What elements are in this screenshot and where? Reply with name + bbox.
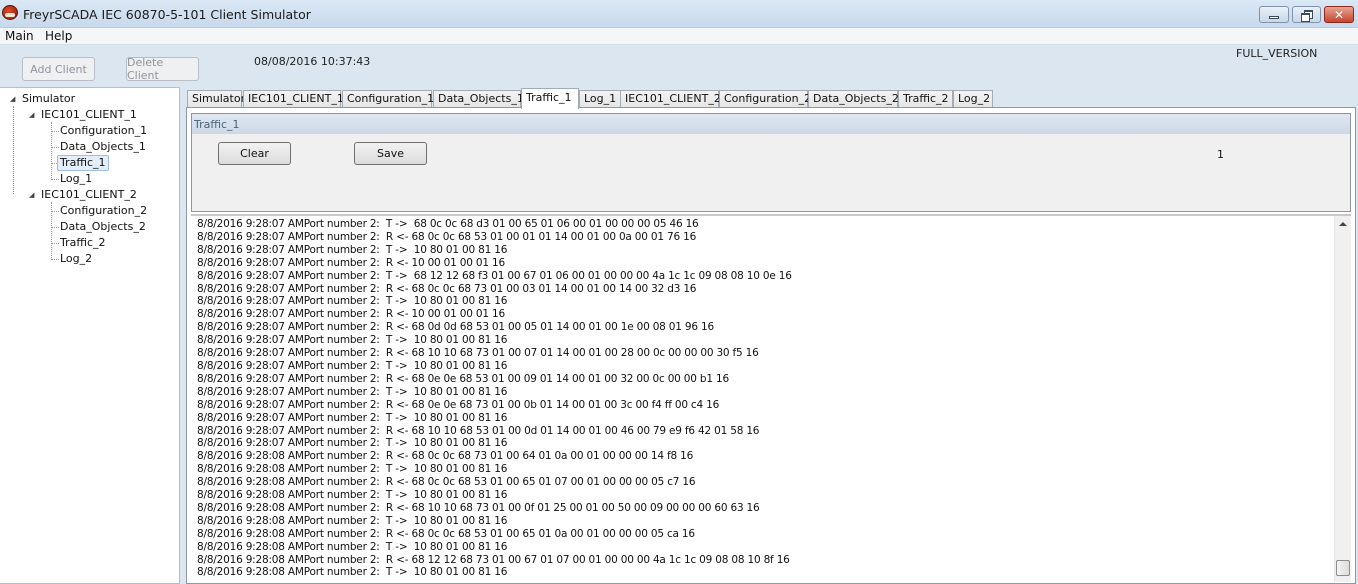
tree-connector xyxy=(13,106,14,194)
tab-traffic-1[interactable]: Traffic_1 xyxy=(521,88,579,109)
tree-node-configuration-2[interactable]: Configuration_2 xyxy=(58,204,149,218)
log-line: 8/8/2016 9:28:08 AMPort number 2: R <- 6… xyxy=(197,476,696,489)
tab-iec101-client-2[interactable]: IEC101_CLIENT_2 xyxy=(620,90,721,108)
tree-node-log-1[interactable]: Log_1 xyxy=(58,172,94,186)
restore-icon xyxy=(1301,9,1313,22)
close-button[interactable]: ✕ xyxy=(1324,6,1354,23)
minimize-button[interactable] xyxy=(1259,6,1289,23)
log-line: 8/8/2016 9:28:07 AMPort number 2: T -> 1… xyxy=(197,243,508,256)
log-line: 8/8/2016 9:28:08 AMPort number 2: R <- 6… xyxy=(197,450,694,463)
traffic-log-lines: 8/8/2016 9:28:07 AMPort number 2: T -> 6… xyxy=(197,218,792,579)
clear-button[interactable]: Clear xyxy=(218,142,291,165)
collapse-icon[interactable]: ◢ xyxy=(10,95,15,103)
log-line: 8/8/2016 9:28:07 AMPort number 2: R <- 6… xyxy=(197,424,760,437)
log-line: 8/8/2016 9:28:07 AMPort number 2: T -> 1… xyxy=(197,437,508,450)
tree-node-client-1[interactable]: IEC101_CLIENT_1 xyxy=(39,108,139,122)
add-client-button[interactable]: Add Client xyxy=(22,57,95,81)
log-line: 8/8/2016 9:28:08 AMPort number 2: T -> 1… xyxy=(197,463,508,476)
log-line: 8/8/2016 9:28:07 AMPort number 2: T -> 1… xyxy=(197,411,508,424)
menu-bar: Main Help xyxy=(0,28,1358,45)
tree-node-client-2[interactable]: IEC101_CLIENT_2 xyxy=(39,188,139,202)
log-line: 8/8/2016 9:28:08 AMPort number 2: T -> 1… xyxy=(197,514,508,527)
current-datetime: 08/08/2016 10:37:43 xyxy=(254,55,371,68)
window-title: FreyrSCADA IEC 60870-5-101 Client Simula… xyxy=(23,7,311,22)
tree-node-data-objects-2[interactable]: Data_Objects_2 xyxy=(58,220,148,234)
tab-simulator[interactable]: Simulator xyxy=(187,90,245,108)
tree-root-simulator[interactable]: Simulator xyxy=(20,92,77,106)
traffic-counter: 1 xyxy=(1217,148,1224,161)
log-line: 8/8/2016 9:28:07 AMPort number 2: R <- 6… xyxy=(197,230,697,243)
log-line: 8/8/2016 9:28:07 AMPort number 2: R <- 6… xyxy=(197,398,720,411)
scroll-up-arrow-icon[interactable] xyxy=(1339,222,1347,226)
toolbar: Add Client Delete Client 08/08/2016 10:3… xyxy=(0,45,1358,87)
tree-node-traffic-1[interactable]: Traffic_1 xyxy=(57,155,109,171)
tab-log-2[interactable]: Log_2 xyxy=(953,90,993,108)
vertical-scrollbar[interactable] xyxy=(1334,216,1351,582)
log-line: 8/8/2016 9:28:07 AMPort number 2: T -> 6… xyxy=(197,269,792,282)
collapse-icon[interactable]: ◢ xyxy=(29,191,34,199)
tab-log-1[interactable]: Log_1 xyxy=(579,90,621,108)
tab-iec101-client-1[interactable]: IEC101_CLIENT_1 xyxy=(243,90,344,108)
menu-help[interactable]: Help xyxy=(43,29,74,43)
app-logo-icon xyxy=(2,5,18,20)
title-bar: FreyrSCADA IEC 60870-5-101 Client Simula… xyxy=(0,0,1358,28)
menu-main[interactable]: Main xyxy=(3,29,36,43)
simulator-tree: ◢ Simulator ◢ IEC101_CLIENT_1 Configurat… xyxy=(0,87,180,584)
log-line: 8/8/2016 9:28:07 AMPort number 2: T -> 1… xyxy=(197,359,508,372)
log-line: 8/8/2016 9:28:07 AMPort number 2: T -> 1… xyxy=(197,295,508,308)
log-line: 8/8/2016 9:28:07 AMPort number 2: T -> 1… xyxy=(197,334,508,347)
tab-data-objects-2[interactable]: Data_Objects_2 xyxy=(808,90,899,108)
log-line: 8/8/2016 9:28:08 AMPort number 2: T -> 1… xyxy=(197,489,508,502)
group-title: Traffic_1 xyxy=(194,118,240,131)
tree-node-configuration-1[interactable]: Configuration_1 xyxy=(58,124,149,138)
tree-node-traffic-2[interactable]: Traffic_2 xyxy=(58,236,108,250)
log-line: 8/8/2016 9:28:07 AMPort number 2: R <- 1… xyxy=(197,256,505,269)
traffic-tab-page: Traffic_1 Clear Save 1 8/8/2016 9:28:07 … xyxy=(186,107,1356,584)
log-line: 8/8/2016 9:28:07 AMPort number 2: R <- 6… xyxy=(197,321,714,334)
log-line: 8/8/2016 9:28:07 AMPort number 2: R <- 1… xyxy=(197,308,505,321)
log-line: 8/8/2016 9:28:07 AMPort number 2: T -> 1… xyxy=(197,385,508,398)
tab-traffic-2[interactable]: Traffic_2 xyxy=(898,90,953,108)
log-line: 8/8/2016 9:28:08 AMPort number 2: R <- 6… xyxy=(197,501,760,514)
delete-client-button[interactable]: Delete Client xyxy=(126,56,199,82)
log-line: 8/8/2016 9:28:08 AMPort number 2: T -> 1… xyxy=(197,540,508,553)
restore-button[interactable] xyxy=(1292,6,1321,23)
tab-configuration-1[interactable]: Configuration_1 xyxy=(342,90,434,108)
tab-configuration-2[interactable]: Configuration_2 xyxy=(719,90,811,108)
log-line: 8/8/2016 9:28:08 AMPort number 2: R <- 6… xyxy=(197,553,790,566)
close-icon: ✕ xyxy=(1333,7,1345,22)
log-line: 8/8/2016 9:28:07 AMPort number 2: R <- 6… xyxy=(197,282,697,295)
tab-data-objects-1[interactable]: Data_Objects_1 xyxy=(433,90,524,108)
tree-node-data-objects-1[interactable]: Data_Objects_1 xyxy=(58,140,148,154)
traffic-controls-group: Traffic_1 Clear Save 1 xyxy=(191,113,1351,212)
scroll-thumb[interactable] xyxy=(1336,560,1350,576)
version-label: FULL_VERSION xyxy=(1236,47,1318,60)
log-line: 8/8/2016 9:28:07 AMPort number 2: R <- 6… xyxy=(197,347,759,360)
tree-node-log-2[interactable]: Log_2 xyxy=(58,252,94,266)
save-button[interactable]: Save xyxy=(354,142,427,165)
minimize-icon xyxy=(1269,15,1279,19)
log-line: 8/8/2016 9:28:07 AMPort number 2: T -> 6… xyxy=(197,218,699,230)
collapse-icon[interactable]: ◢ xyxy=(29,111,34,119)
log-line: 8/8/2016 9:28:08 AMPort number 2: T -> 1… xyxy=(197,566,508,579)
traffic-log[interactable]: 8/8/2016 9:28:07 AMPort number 2: T -> 6… xyxy=(191,214,1351,582)
log-line: 8/8/2016 9:28:08 AMPort number 2: R <- 6… xyxy=(197,527,695,540)
log-line: 8/8/2016 9:28:07 AMPort number 2: R <- 6… xyxy=(197,372,729,385)
group-header: Traffic_1 xyxy=(192,114,1350,134)
